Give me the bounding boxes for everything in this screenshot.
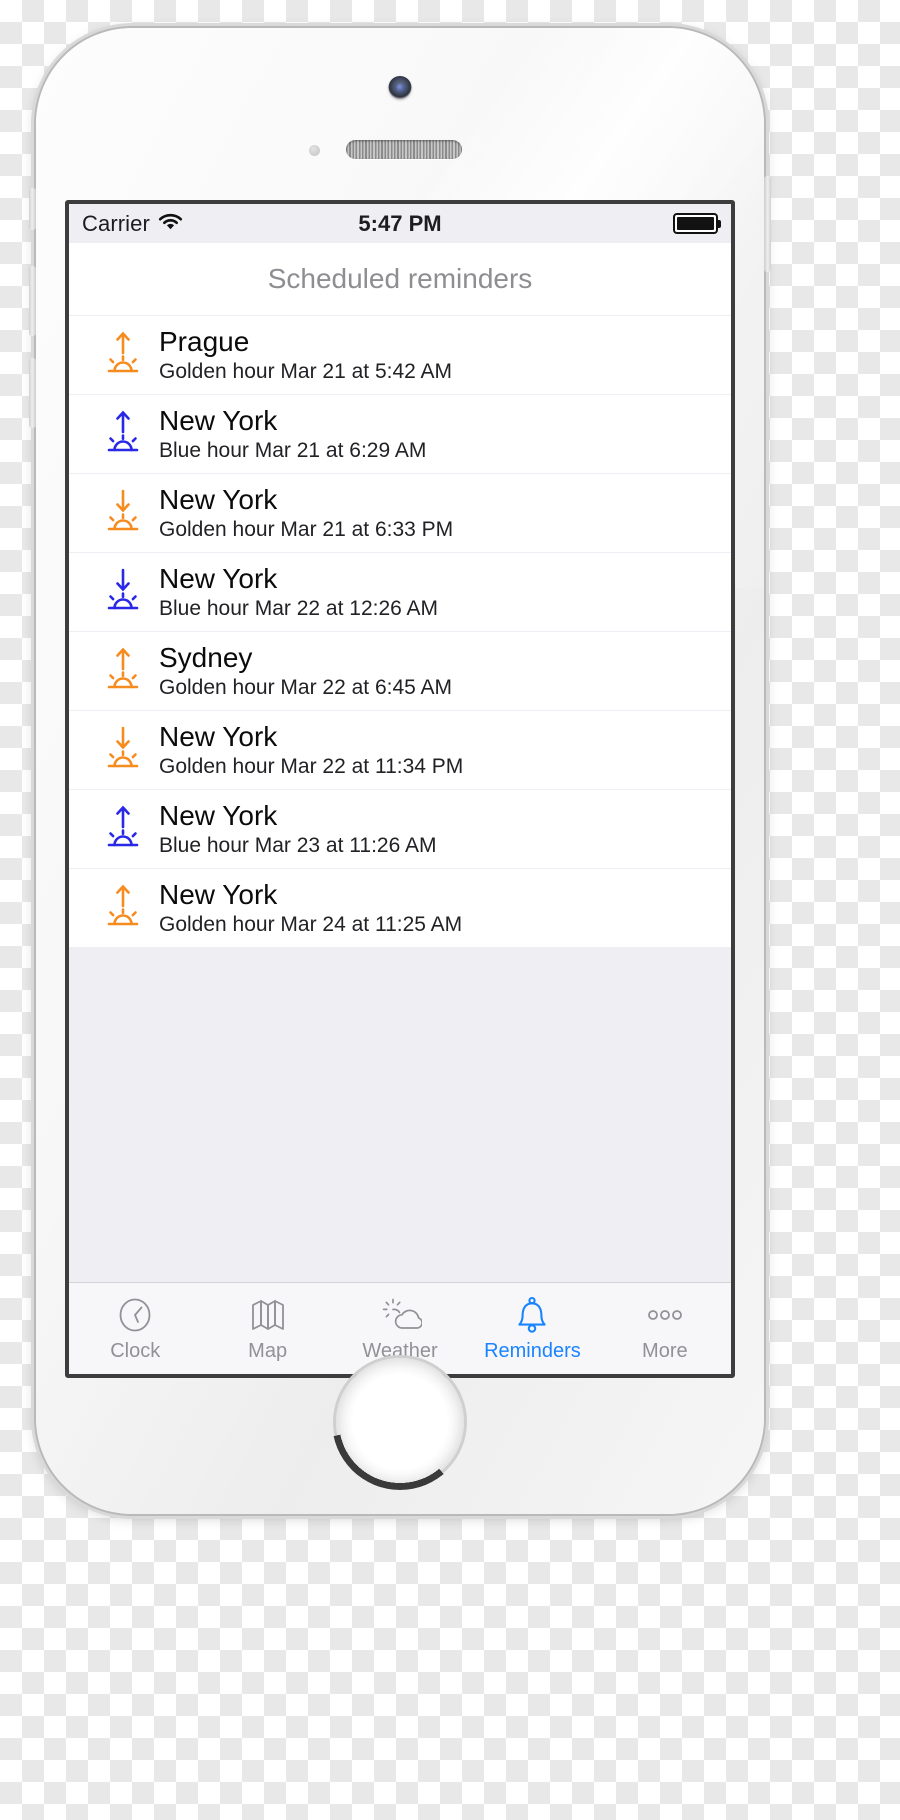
list-item-text: New York Blue hour Mar 21 at 6:29 AM [159,404,427,463]
list-item-subtitle: Golden hour Mar 22 at 6:45 AM [159,676,453,700]
list-item-title: Sydney [159,641,253,673]
status-bar-right [673,213,718,234]
tab-label: Clock [110,1339,161,1362]
sunset-icon [87,486,159,540]
status-bar: Carrier 5:47 PM [69,204,731,243]
more-dots-icon [641,1295,689,1335]
list-item[interactable]: New York Golden hour Mar 24 at 11:25 AM [69,868,731,947]
list-item-title: New York [159,878,278,910]
tab-more[interactable]: More [599,1283,731,1374]
tab-reminders[interactable]: Reminders [466,1283,598,1374]
battery-full-icon [673,213,718,234]
list-item-title: New York [159,799,278,831]
wifi-icon [158,211,183,236]
bell-icon [512,1295,552,1335]
sunrise-icon [87,644,159,698]
home-button[interactable] [336,1358,464,1486]
silent-switch[interactable] [29,188,36,230]
tab-label: More [642,1339,688,1362]
list-item[interactable]: New York Blue hour Mar 23 at 11:26 AM [69,789,731,868]
list-item[interactable]: New York Golden hour Mar 21 at 6:33 PM [69,473,731,552]
list-item-text: Sydney Golden hour Mar 22 at 6:45 AM [159,641,453,700]
tab-label: Map [248,1339,288,1362]
list-item-text: New York Golden hour Mar 24 at 11:25 AM [159,878,463,937]
front-camera-icon [388,76,412,99]
proximity-sensor-icon [309,145,320,156]
sunset-icon [87,723,159,777]
list-item-title: New York [159,483,278,515]
list-item[interactable]: Sydney Golden hour Mar 22 at 6:45 AM [69,631,731,710]
list-item[interactable]: New York Blue hour Mar 22 at 12:26 AM [69,552,731,631]
list-item[interactable]: Prague Golden hour Mar 21 at 5:42 AM [69,315,731,394]
tab-label: Reminders [484,1339,581,1362]
earpiece-speaker [346,140,462,159]
list-item-text: New York Blue hour Mar 23 at 11:26 AM [159,799,437,858]
list-item-subtitle: Golden hour Mar 21 at 6:33 PM [159,518,454,542]
sunrise-icon [87,407,159,461]
list-item[interactable]: New York Golden hour Mar 22 at 11:34 PM [69,710,731,789]
list-item-subtitle: Blue hour Mar 21 at 6:29 AM [159,439,427,463]
list-item-subtitle: Golden hour Mar 22 at 11:34 PM [159,755,464,779]
list-item-subtitle: Golden hour Mar 24 at 11:25 AM [159,913,463,937]
empty-list-area [69,947,731,1282]
page-title: Scheduled reminders [69,243,731,315]
sunset-icon [87,565,159,619]
list-item-title: Prague [159,325,250,357]
reminders-list: Prague Golden hour Mar 21 at 5:42 AM New… [69,315,731,947]
list-item-title: New York [159,562,278,594]
list-item-subtitle: Blue hour Mar 23 at 11:26 AM [159,834,437,858]
map-icon [248,1295,288,1335]
list-item-title: New York [159,720,278,752]
tab-map[interactable]: Map [201,1283,333,1374]
sunrise-icon [87,328,159,382]
volume-down-button[interactable] [29,358,36,428]
clock-icon [115,1295,155,1335]
list-item-title: New York [159,404,278,436]
volume-up-button[interactable] [29,266,36,336]
sunrise-icon [87,881,159,935]
phone-device: Carrier 5:47 PM Scheduled reminders Prag… [29,28,771,1514]
status-bar-left: Carrier [82,211,183,237]
power-button[interactable] [764,176,771,272]
list-item-text: New York Blue hour Mar 22 at 12:26 AM [159,562,438,621]
list-item-text: Prague Golden hour Mar 21 at 5:42 AM [159,325,453,384]
list-item-text: New York Golden hour Mar 21 at 6:33 PM [159,483,454,542]
phone-screen: Carrier 5:47 PM Scheduled reminders Prag… [65,200,735,1378]
sunrise-icon [87,802,159,856]
tab-clock[interactable]: Clock [69,1283,201,1374]
list-item-subtitle: Blue hour Mar 22 at 12:26 AM [159,597,438,621]
list-item-subtitle: Golden hour Mar 21 at 5:42 AM [159,360,453,384]
list-item[interactable]: New York Blue hour Mar 21 at 6:29 AM [69,394,731,473]
list-item-text: New York Golden hour Mar 22 at 11:34 PM [159,720,464,779]
weather-icon [378,1295,423,1335]
carrier-label: Carrier [82,210,150,236]
